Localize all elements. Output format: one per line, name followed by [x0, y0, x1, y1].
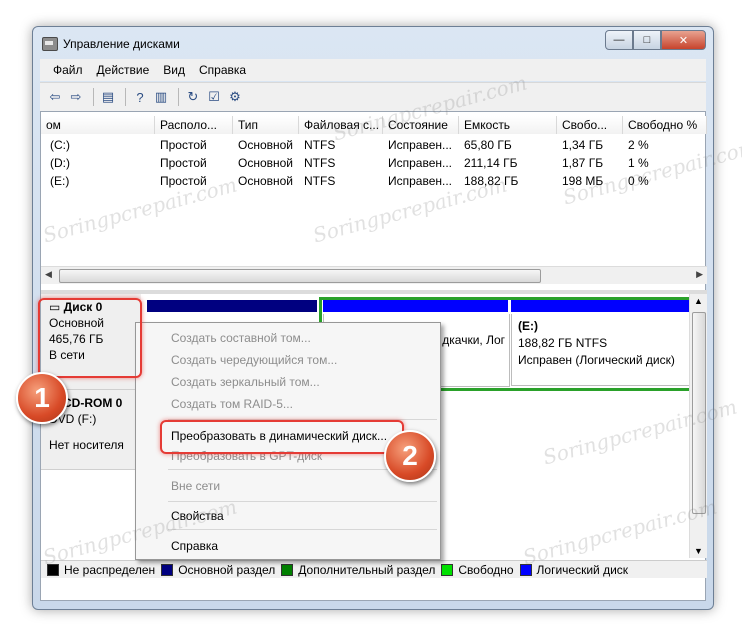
- legend-swatch: [281, 563, 294, 576]
- toolbar-separator: [125, 88, 126, 106]
- console-tree-icon[interactable]: ▤: [99, 88, 117, 106]
- menu-file[interactable]: Файл: [46, 63, 90, 77]
- legend-label: Не распределен: [64, 562, 156, 577]
- menu-separator: [168, 529, 437, 530]
- title-bar: Управление дисками — □ ✕: [33, 27, 713, 59]
- cell-layout: Простой: [160, 156, 207, 170]
- properties-icon[interactable]: ☑: [205, 88, 223, 106]
- disk-management-app-icon: [42, 37, 58, 51]
- horizontal-scrollbar[interactable]: ◀ ▶: [41, 266, 707, 284]
- column-header-volume[interactable]: ом: [41, 116, 155, 134]
- column-header-layout[interactable]: Располо...: [155, 116, 233, 134]
- cell-filesystem: NTFS: [304, 174, 336, 188]
- maximize-button[interactable]: □: [633, 30, 661, 50]
- step-badge-2: 2: [384, 430, 436, 482]
- partition-c-bar: [147, 300, 317, 312]
- menu-help[interactable]: Справка: [192, 63, 253, 77]
- help-icon[interactable]: ?: [131, 88, 149, 106]
- cell-volume: (C:): [50, 138, 70, 152]
- menu-bar: Файл Действие Вид Справка: [40, 59, 706, 81]
- highlight-convert-item: [160, 420, 404, 454]
- cell-type: Основной: [238, 174, 294, 188]
- cdrom-0-status: Нет носителя: [49, 438, 124, 452]
- details-icon[interactable]: ▥: [152, 88, 170, 106]
- legend-item: Свободно: [441, 562, 514, 577]
- cell-volume: (E:): [50, 174, 70, 188]
- column-header-type[interactable]: Тип: [233, 116, 299, 134]
- menu-help-item[interactable]: Справка: [171, 539, 218, 553]
- cell-status: Исправен...: [388, 138, 453, 152]
- column-header-free-percent[interactable]: Свободно %: [623, 116, 707, 134]
- cell-volume: (D:): [50, 156, 70, 170]
- menu-create-spanned-volume[interactable]: Создать составной том...: [171, 331, 311, 345]
- minimize-button[interactable]: —: [605, 30, 633, 50]
- back-arrow-icon[interactable]: ⇦: [46, 88, 64, 106]
- partition-e-box[interactable]: (E:) 188,82 ГБ NTFS Исправен (Логический…: [511, 314, 697, 386]
- legend-swatch: [161, 563, 174, 576]
- legend-item: Дополнительный раздел: [281, 563, 435, 577]
- menu-create-mirrored-volume[interactable]: Создать зеркальный том...: [171, 375, 320, 389]
- partition-e-status: Исправен (Логический диск): [518, 353, 675, 367]
- partition-e-size: 188,82 ГБ NTFS: [518, 336, 608, 350]
- scrollbar-thumb[interactable]: [59, 269, 541, 283]
- legend-item: Основной раздел: [161, 563, 275, 577]
- partition-d-status: дкачки, Лог: [442, 333, 505, 347]
- partition-e-bar: [511, 300, 697, 312]
- partition-e-name: (E:): [518, 319, 538, 333]
- menu-create-raid5-volume[interactable]: Создать том RAID-5...: [171, 397, 293, 411]
- column-header-free[interactable]: Свобо...: [557, 116, 623, 134]
- scroll-up-icon[interactable]: ▲: [694, 296, 703, 306]
- table-row[interactable]: (C:) Простой Основной NTFS Исправен... 6…: [41, 136, 707, 154]
- legend-label: Основной раздел: [178, 562, 276, 577]
- menu-action[interactable]: Действие: [90, 63, 157, 77]
- cell-status: Исправен...: [388, 156, 453, 170]
- partition-d-bar: [323, 300, 508, 312]
- toolbar-separator: [178, 88, 179, 106]
- menu-offline[interactable]: Вне сети: [171, 479, 220, 493]
- highlight-disk-0: [38, 298, 142, 378]
- forward-arrow-icon[interactable]: ⇨: [67, 88, 85, 106]
- column-header-capacity[interactable]: Емкость: [459, 116, 557, 134]
- cell-capacity: 65,80 ГБ: [464, 138, 512, 152]
- toolbar-separator: [93, 88, 94, 106]
- legend-bar: Не распределен Основной раздел Дополните…: [41, 560, 707, 578]
- legend-label: Свободно: [458, 562, 514, 577]
- step-badge-1: 1: [16, 372, 68, 424]
- refresh-icon[interactable]: ↻: [184, 88, 202, 106]
- scroll-left-icon[interactable]: ◀: [45, 269, 52, 280]
- cell-capacity: 211,14 ГБ: [464, 156, 518, 170]
- close-button[interactable]: ✕: [661, 30, 706, 50]
- menu-view[interactable]: Вид: [156, 63, 192, 77]
- legend-swatch: [441, 563, 454, 576]
- cell-free: 1,34 ГБ: [562, 138, 604, 152]
- window-title: Управление дисками: [63, 37, 180, 51]
- legend-label: Дополнительный раздел: [298, 562, 436, 577]
- legend-label: Логический диск: [536, 562, 629, 577]
- cell-filesystem: NTFS: [304, 156, 336, 170]
- settings-icon[interactable]: ⚙: [226, 88, 244, 106]
- cell-type: Основной: [238, 156, 294, 170]
- scroll-right-icon[interactable]: ▶: [696, 269, 703, 280]
- cell-free: 1,87 ГБ: [562, 156, 604, 170]
- table-row[interactable]: (D:) Простой Основной NTFS Исправен... 2…: [41, 154, 707, 172]
- menu-create-striped-volume[interactable]: Создать чередующийся том...: [171, 353, 337, 367]
- toolbar: ⇦ ⇨ ▤ ? ▥ ↻ ☑ ⚙: [40, 82, 706, 111]
- cell-layout: Простой: [160, 138, 207, 152]
- scroll-down-icon[interactable]: ▼: [694, 546, 703, 556]
- cell-type: Основной: [238, 138, 294, 152]
